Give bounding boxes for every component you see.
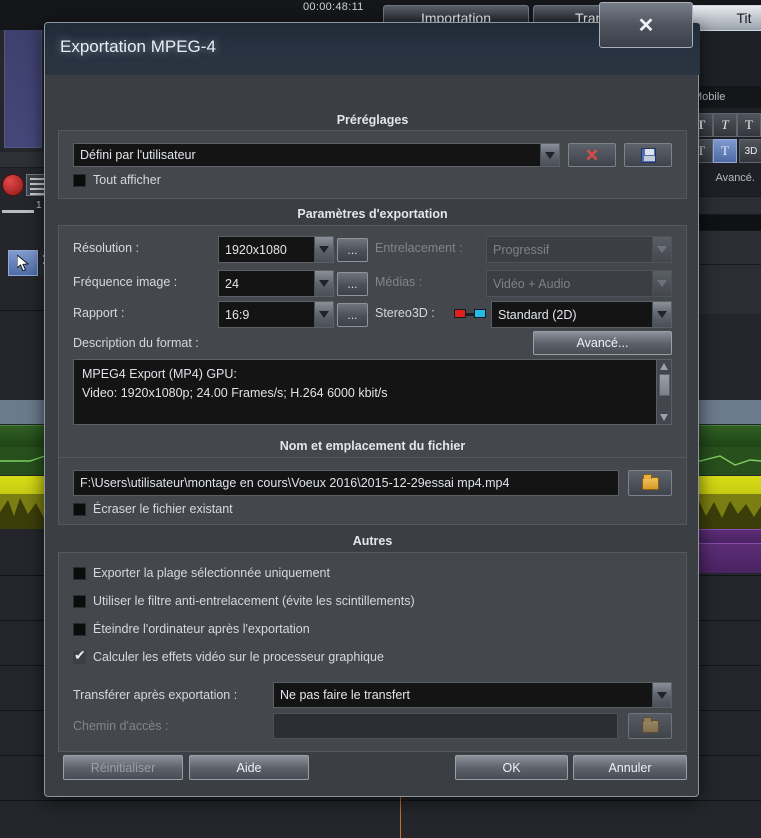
ok-button[interactable]: OK <box>455 755 568 780</box>
scrollbar-thumb[interactable] <box>659 374 670 396</box>
interlace-label: Entrelacement : <box>375 241 463 255</box>
stereo3d-value: Standard (2D) <box>498 307 577 322</box>
gpu-effects-label: Calculer les effets vidéo sur le process… <box>93 650 384 664</box>
overwrite-checkbox[interactable] <box>73 503 86 516</box>
others-section-title: Autres <box>352 534 393 548</box>
format-description-line-1: MPEG4 Export (MP4) GPU: <box>82 367 237 381</box>
transfer-select[interactable]: Ne pas faire le transfert <box>273 682 672 708</box>
show-all-checkbox[interactable] <box>73 174 86 187</box>
help-button[interactable]: Aide <box>189 755 309 780</box>
timecode-display: 00:00:48:11 <box>303 1 364 13</box>
ratio-value: 16:9 <box>225 307 250 322</box>
chevron-down-icon[interactable] <box>314 302 333 327</box>
transfer-label: Transférer après exportation : <box>73 688 238 702</box>
reset-button[interactable]: Réinitialiser <box>63 755 183 780</box>
output-path-input[interactable]: F:\Users\utilisateur\montage en cours\Vo… <box>73 470 619 496</box>
stereo3d-label: Stereo3D : <box>375 306 435 320</box>
format-description-label: Description du format : <box>73 336 199 350</box>
export-params-section-title: Paramètres d'exportation <box>297 207 448 221</box>
cancel-button[interactable]: Annuler <box>573 755 687 780</box>
transfer-browse-button <box>628 713 672 739</box>
italic-button[interactable]: T <box>713 113 737 137</box>
floppy-disk-icon <box>640 147 656 163</box>
resolution-browse-button[interactable]: ... <box>337 238 368 262</box>
antiflicker-checkbox[interactable] <box>73 595 86 608</box>
show-all-label: Tout afficher <box>93 173 161 187</box>
transfer-path-input <box>273 713 618 739</box>
record-button[interactable] <box>2 174 24 196</box>
text-style-selected-button[interactable]: T <box>713 139 737 163</box>
chevron-down-icon[interactable] <box>652 302 671 327</box>
format-description-line-2: Video: 1920x1080p; 24.00 Frames/s; H.264… <box>82 386 388 400</box>
advanced-button[interactable]: Avancé... <box>533 331 672 355</box>
format-description-box: MPEG4 Export (MP4) GPU: Video: 1920x1080… <box>73 359 672 425</box>
chevron-down-icon[interactable] <box>652 683 671 707</box>
resolution-value: 1920x1080 <box>225 242 287 257</box>
save-preset-button[interactable] <box>624 143 672 167</box>
stereo3d-select[interactable]: Standard (2D) <box>491 301 672 328</box>
framerate-label: Fréquence image : <box>73 275 178 289</box>
media-label: Médias : <box>375 275 423 289</box>
underline-button[interactable]: T <box>737 113 761 137</box>
presets-section-title: Préréglages <box>336 113 409 127</box>
cursor-icon <box>17 255 29 271</box>
interlace-value: Progressif <box>493 242 550 257</box>
dialog-body: Préréglages Défini par l'utilisateur ✕ T… <box>45 75 700 798</box>
resolution-select[interactable]: 1920x1080 <box>218 236 334 263</box>
export-dialog: Exportation MPEG-4 ✕ Préréglages Défini … <box>44 2 700 798</box>
scroll-up-icon[interactable] <box>660 363 668 370</box>
transfer-value: Ne pas faire le transfert <box>280 688 410 702</box>
shutdown-label: Éteindre l'ordinateur après l'exportatio… <box>93 622 310 636</box>
chevron-down-icon <box>652 237 671 262</box>
preset-select-value: Défini par l'utilisateur <box>80 148 196 162</box>
framerate-value: 24 <box>225 276 239 291</box>
cursor-tool-button[interactable] <box>8 250 38 276</box>
export-range-label: Exporter la plage sélectionnée uniquemen… <box>93 566 330 580</box>
dialog-title: Exportation MPEG-4 <box>60 37 216 56</box>
gpu-effects-checkbox[interactable] <box>73 648 86 664</box>
red-x-icon: ✕ <box>584 145 600 165</box>
overwrite-label: Écraser le fichier existant <box>93 502 233 516</box>
browse-output-button[interactable] <box>628 470 672 496</box>
resolution-label: Résolution : <box>73 241 140 255</box>
zoom-value: 1 <box>36 200 42 211</box>
description-scrollbar[interactable] <box>656 360 671 424</box>
text-3d-button[interactable]: 3D <box>739 139 761 163</box>
chevron-down-icon[interactable] <box>314 271 333 296</box>
delete-preset-button[interactable]: ✕ <box>568 143 616 167</box>
export-range-checkbox[interactable] <box>73 567 86 580</box>
shutdown-checkbox[interactable] <box>73 623 86 636</box>
folder-icon <box>641 473 659 490</box>
folder-icon <box>641 716 659 733</box>
scroll-down-icon[interactable] <box>660 414 668 421</box>
chevron-down-icon[interactable] <box>314 237 333 262</box>
chevron-down-icon <box>652 271 671 296</box>
ratio-browse-button[interactable]: ... <box>337 303 368 327</box>
file-section-title: Nom et emplacement du fichier <box>279 439 466 453</box>
close-button[interactable]: ✕ <box>599 2 693 48</box>
media-select: Vidéo + Audio <box>486 270 672 297</box>
interlace-select: Progressif <box>486 236 672 263</box>
left-ruler <box>0 152 44 168</box>
framerate-browse-button[interactable]: ... <box>337 272 368 296</box>
framerate-select[interactable]: 24 <box>218 270 334 297</box>
3d-glasses-icon <box>454 308 486 321</box>
preset-select[interactable]: Défini par l'utilisateur <box>73 143 560 167</box>
chevron-down-icon[interactable] <box>540 144 559 166</box>
antiflicker-label: Utiliser le filtre anti-entrelacement (é… <box>93 594 415 608</box>
ratio-label: Rapport : <box>73 306 125 320</box>
transfer-path-label: Chemin d'accès : <box>73 719 169 733</box>
ratio-select[interactable]: 16:9 <box>218 301 334 328</box>
media-value: Vidéo + Audio <box>493 276 571 291</box>
